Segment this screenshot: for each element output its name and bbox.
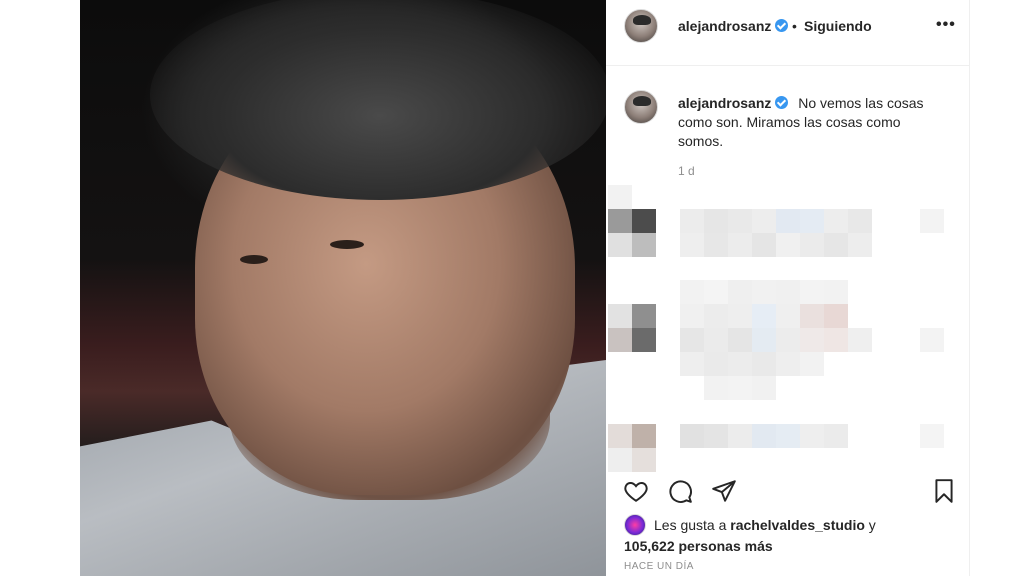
instagram-post-viewer: alejandrosanz • Siguiendo ••• alejandros… <box>0 0 1024 576</box>
post-side-panel: alejandrosanz • Siguiendo ••• alejandros… <box>606 0 970 576</box>
author-username-text[interactable]: alejandrosanz <box>678 18 771 34</box>
liker-avatar[interactable] <box>624 514 646 536</box>
caption-author-avatar[interactable] <box>624 90 658 124</box>
heart-icon[interactable] <box>623 478 649 504</box>
more-options-icon[interactable]: ••• <box>936 16 956 34</box>
post-date[interactable]: HACE UN DÍA <box>624 561 694 572</box>
bookmark-icon[interactable] <box>931 478 957 504</box>
verified-badge-icon <box>775 19 789 32</box>
liker-username[interactable]: rachelvaldes_studio <box>730 517 865 533</box>
post-actions-bar <box>606 470 970 510</box>
header-separator: • <box>792 18 797 34</box>
comment-icon[interactable] <box>667 478 693 504</box>
caption-text-block: alejandrosanz No vemos las cosas como so… <box>678 94 948 151</box>
pixelated-comment-1 <box>606 185 970 265</box>
photo-hair-area <box>150 0 606 200</box>
author-avatar[interactable] <box>624 9 658 43</box>
author-username[interactable]: alejandrosanz <box>678 18 789 34</box>
photo-left-eye <box>240 255 268 264</box>
following-button[interactable]: Siguiendo <box>804 18 872 34</box>
likes-conjunction: y <box>868 517 876 533</box>
likes-count[interactable]: 105,622 personas más <box>624 538 773 554</box>
caption-username[interactable]: alejandrosanz <box>678 95 789 111</box>
likes-summary: Les gusta a rachelvaldes_studio y 105,62… <box>624 514 954 556</box>
caption-username-text[interactable]: alejandrosanz <box>678 95 771 111</box>
post-photo[interactable] <box>80 0 606 576</box>
pixelated-comment-3 <box>606 424 970 472</box>
caption-timestamp[interactable]: 1 d <box>678 164 695 178</box>
photo-right-eye <box>330 240 364 249</box>
verified-badge-icon <box>775 96 789 109</box>
pixelated-comment-2 <box>606 280 970 400</box>
likes-prefix: Les gusta a <box>654 517 727 533</box>
post-header: alejandrosanz • Siguiendo ••• <box>606 0 970 66</box>
share-icon[interactable] <box>711 478 737 504</box>
